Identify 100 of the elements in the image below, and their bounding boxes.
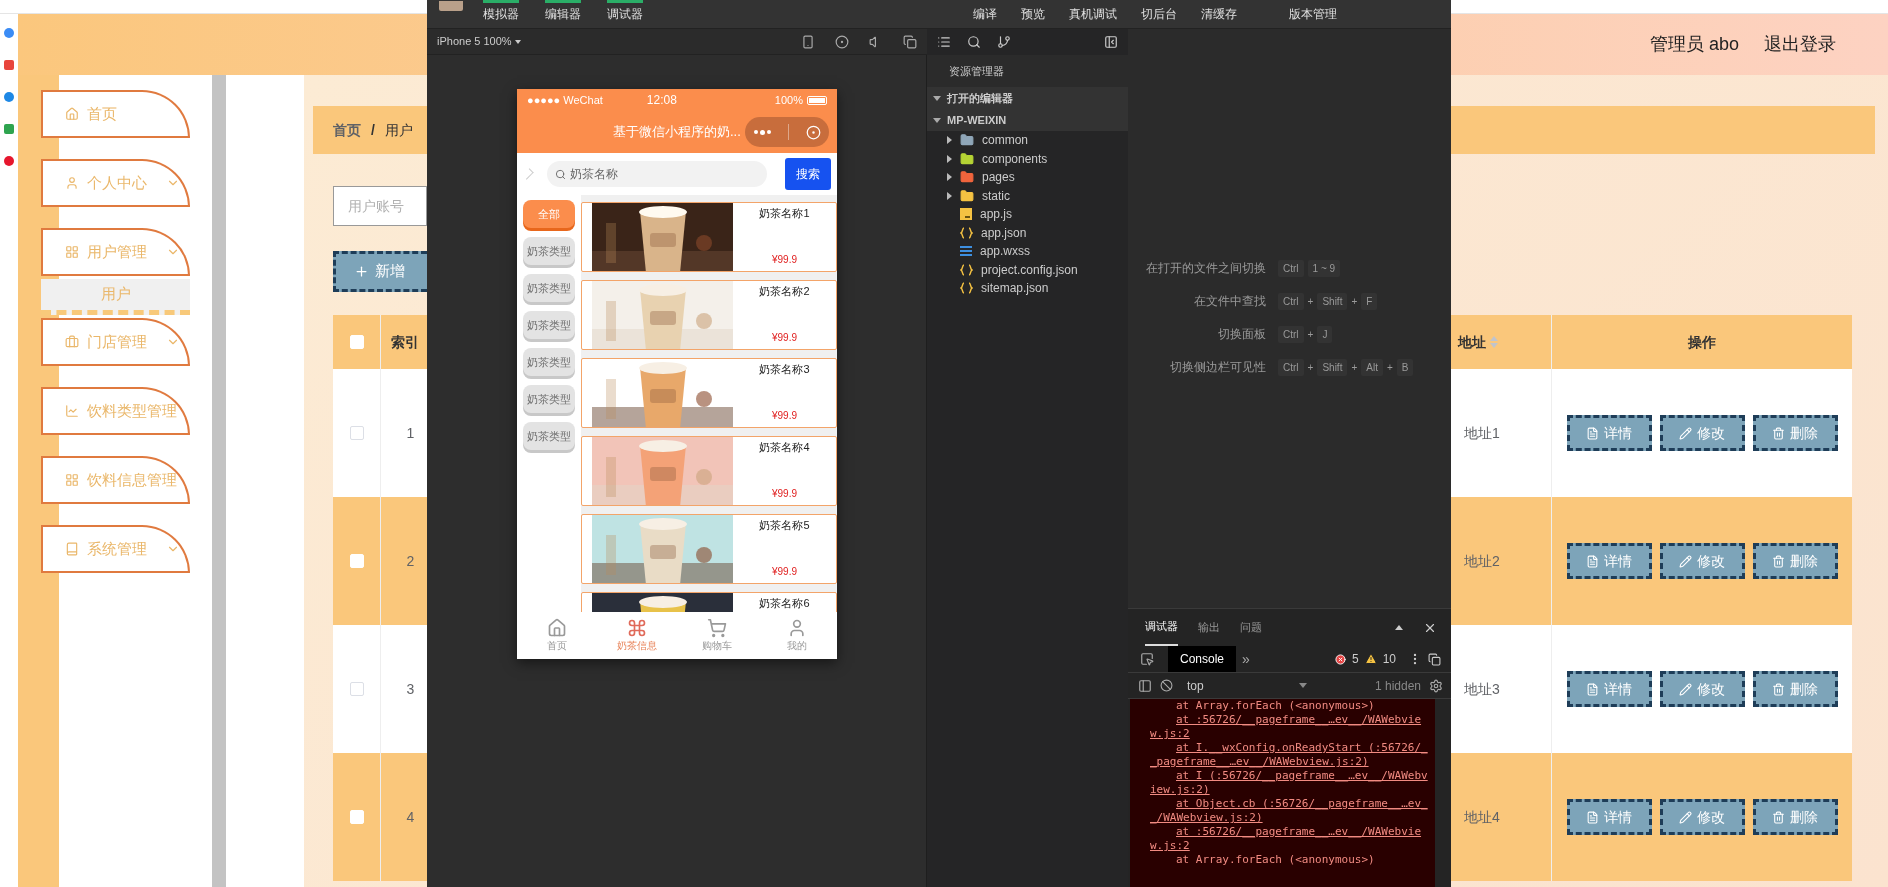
column-header: 索引 [391,332,419,352]
table-cell-text: 地址2 [1464,551,1500,571]
search-field[interactable]: 用户账号 [333,186,427,226]
grid-icon [65,245,79,259]
braces-icon [960,282,973,295]
plus-icon [354,264,369,279]
js-file-icon [960,208,972,221]
product-name: 奶茶名称4 [759,440,810,455]
file-tree-item[interactable]: app.js [927,205,1128,224]
file-tree-item[interactable]: pages [927,168,1128,187]
context-select[interactable]: top [1187,676,1307,695]
shortcut-label: 在打开的文件之间切换 [1145,260,1267,277]
console-log-line: at I (:56726/__pageframe__…ev__/WAWebview.js:2) [1150,769,1429,797]
debugger-tab[interactable]: 问题 [1240,609,1262,646]
search-field[interactable]: 奶茶名称 [547,161,767,187]
section-header[interactable]: MP-WEIXIN [927,109,1128,131]
key-cap: Ctrl [1278,325,1304,343]
settings-icon[interactable] [1429,678,1443,693]
record-icon[interactable] [835,34,849,49]
user-icon [65,176,79,190]
table-cell-text: 地址1 [1464,423,1500,443]
toolbar-button[interactable]: 预览 [1021,5,1045,23]
product-card[interactable]: 奶茶名称6 [581,592,837,612]
clear-console-icon[interactable] [1160,679,1173,692]
file-tree-item[interactable]: static [927,186,1128,205]
target-icon[interactable] [805,124,821,140]
debugger-tab[interactable]: 输出 [1198,609,1220,646]
status-time: 12:08 [646,92,677,109]
admin-name: 管理员 abo [1649,33,1739,56]
tab-bar-item[interactable]: 购物车 [677,612,757,659]
browser-sidebar-icon[interactable] [4,156,14,166]
tab-bar-item[interactable]: 首页 [517,612,597,659]
toolbar-button[interactable]: 编译 [973,5,997,23]
file-tree-item[interactable]: common [927,131,1128,150]
file-tree-item[interactable]: app.json [927,223,1128,242]
braces-icon [960,263,973,276]
carrier-status: ●●●●● WeChat [527,92,603,108]
page-title: 基于微信小程序的奶... [613,123,741,142]
category-tab[interactable]: 奶茶类型 [523,237,575,265]
browser-sidebar-icon[interactable] [4,28,14,38]
toolbar-button[interactable]: 清缓存 [1201,5,1237,23]
pencil-icon [1679,682,1692,696]
category-tab[interactable]: 奶茶类型 [523,422,575,450]
breadcrumb-link[interactable]: 首页 [333,119,361,141]
product-card[interactable]: 奶茶名称5 ¥99.9 [581,514,837,584]
inspect-icon[interactable] [1140,652,1154,666]
device-select[interactable]: iPhone 5 100% [437,33,521,50]
dock-icon[interactable] [1428,652,1441,666]
chart-icon [65,404,79,418]
logout-link[interactable]: 退出登录 [1764,31,1836,58]
checkbox[interactable] [349,426,364,440]
branch-icon[interactable] [997,35,1011,49]
document-icon [1586,682,1599,696]
key-cap: J [1317,325,1333,343]
product-card[interactable]: 奶茶名称3 ¥99.9 [581,358,837,428]
file-tree-item[interactable]: app.wxss [927,242,1128,261]
trash-icon [1772,426,1785,440]
trash-icon [1772,554,1785,568]
book-icon [65,542,79,556]
product-card[interactable]: 奶茶名称4 ¥99.9 [581,436,837,506]
file-tree-item[interactable]: project.config.json [927,260,1128,279]
section-header[interactable]: 打开的编辑器 [927,87,1128,109]
browser-sidebar-icon[interactable] [4,92,14,102]
toolbar-button[interactable]: 切后台 [1141,5,1177,23]
window-icon[interactable] [903,34,917,49]
product-card[interactable]: 奶茶名称2 ¥99.9 [581,280,837,350]
search-button[interactable]: 搜索 [785,158,831,190]
key-cap: 1 ~ 9 [1307,259,1341,277]
key-cap: F [1361,292,1378,310]
phone-icon[interactable] [801,34,815,49]
scrollbar[interactable] [212,75,226,887]
key-cap: B [1396,358,1414,376]
more-tabs[interactable]: » [1242,648,1250,670]
console-tab[interactable]: Console [1168,646,1237,672]
list-icon[interactable] [937,35,951,49]
search-icon[interactable] [967,35,981,49]
capsule-menu[interactable] [745,117,829,147]
sidebar-toggle-icon[interactable] [1138,678,1152,693]
product-card[interactable]: 奶茶名称1 ¥99.9 [581,202,837,272]
grid-icon [65,473,79,487]
file-tree-item[interactable]: sitemap.json [927,279,1128,298]
category-tab[interactable]: 奶茶类型 [523,348,575,376]
console-log-line: at Array.forEach (<anonymous>) [1175,699,1376,713]
checkbox[interactable] [349,682,364,696]
panel-title: 资源管理器 [927,55,1128,87]
browser-sidebar-icon[interactable] [4,60,14,70]
collapse-panel-icon[interactable] [1104,35,1118,49]
category-tab[interactable]: 奶茶类型 [523,385,575,413]
console-log-line: at I.__wxConfig.onReadyStart (:56726/__pageframe__…ev__/WAWebview.js:2) [1150,741,1429,769]
key-cap: Ctrl [1278,358,1304,376]
category-tab[interactable]: 奶茶类型 [523,274,575,302]
plus-sign: + [1351,360,1358,375]
category-tab[interactable]: 奶茶类型 [523,311,575,339]
document-icon [1586,426,1599,440]
toolbar-button[interactable]: 真机调试 [1069,5,1117,23]
collapse-icon[interactable] [1395,625,1403,630]
user-icon [787,618,807,638]
file-tree-item[interactable]: components [927,149,1128,168]
tab-bar-item[interactable]: 我的 [757,612,837,659]
toolbar-button[interactable]: 版本管理 [1289,5,1337,23]
